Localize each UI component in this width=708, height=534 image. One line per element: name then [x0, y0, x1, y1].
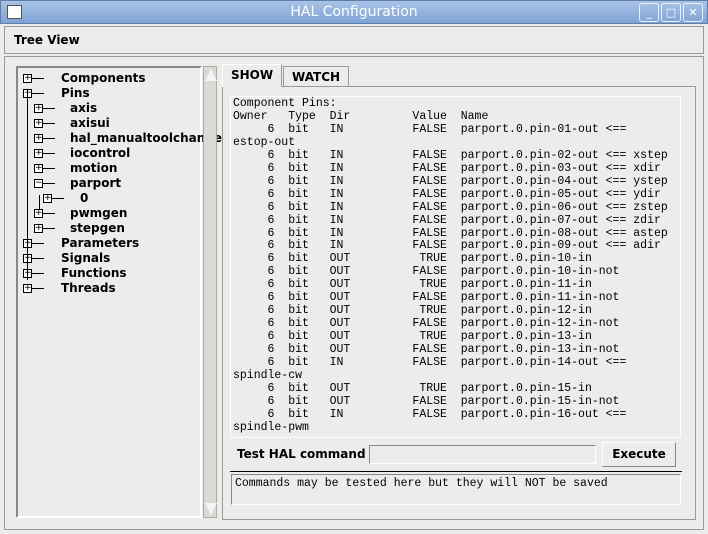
- tree-connector: [39, 195, 40, 210]
- tree-item[interactable]: motion: [70, 161, 117, 176]
- tree-view-label: Tree View: [4, 26, 704, 54]
- hal-command-input[interactable]: [369, 445, 596, 464]
- tree-item[interactable]: axisui: [70, 116, 110, 131]
- tree-item[interactable]: parport: [70, 176, 121, 191]
- expand-icon[interactable]: +: [34, 149, 43, 158]
- tree-connector: [43, 153, 55, 154]
- tree-connector: [32, 243, 44, 244]
- output-line: 6 bit OUT FALSE parport.0.pin-15-in-not: [233, 394, 620, 408]
- output-line: 6 bit IN FALSE parport.0.pin-07-out <== …: [233, 213, 661, 227]
- tree-connector: [43, 108, 55, 109]
- expand-icon[interactable]: +: [34, 119, 43, 128]
- tree-panel: + Components − Pins + axis + axisui + hal_manualt…: [16, 66, 222, 518]
- output-line: 6 bit IN FALSE parport.0.pin-01-out <==: [233, 122, 627, 136]
- window-title: HAL Configuration: [290, 4, 418, 20]
- tree-scrollbar[interactable]: [203, 66, 217, 518]
- tree-item[interactable]: Threads: [61, 281, 116, 296]
- tree-connector: [52, 198, 64, 199]
- expand-icon[interactable]: +: [34, 134, 43, 143]
- output-line: 6 bit IN FALSE parport.0.pin-05-out <== …: [233, 187, 661, 201]
- output-line: estop-out: [233, 135, 296, 149]
- expand-icon[interactable]: +: [34, 164, 43, 173]
- tree-item[interactable]: Components: [61, 71, 146, 86]
- tree-connector: [32, 258, 44, 259]
- output-line: Owner Type Dir Value Name: [233, 109, 489, 123]
- tab-watch[interactable]: WATCH: [283, 66, 349, 87]
- tree-connector: [32, 78, 44, 79]
- close-button[interactable]: ✕: [683, 3, 703, 22]
- expand-icon[interactable]: +: [23, 74, 32, 83]
- tree-connector: [43, 228, 55, 229]
- scroll-down-arrow[interactable]: [205, 503, 217, 515]
- tree-connector: [32, 93, 44, 94]
- tree-connector: [32, 273, 44, 274]
- expand-icon[interactable]: +: [34, 104, 43, 113]
- tree-item[interactable]: Functions: [61, 266, 127, 281]
- test-hal-command-label: Test HAL command :: [237, 447, 375, 461]
- output-line: 6 bit IN FALSE parport.0.pin-16-out <==: [233, 407, 627, 421]
- tree-item[interactable]: axis: [70, 101, 97, 116]
- expand-icon[interactable]: +: [23, 284, 32, 293]
- execute-button[interactable]: Execute: [602, 442, 676, 467]
- collapse-icon[interactable]: −: [34, 179, 43, 188]
- output-line: 6 bit IN FALSE parport.0.pin-02-out <== …: [233, 148, 668, 162]
- title-bar: HAL Configuration _ □ ✕: [0, 0, 708, 24]
- tree-connector: [43, 183, 55, 184]
- maximize-button[interactable]: □: [661, 3, 681, 22]
- expand-icon[interactable]: +: [43, 194, 52, 203]
- tree-item[interactable]: iocontrol: [70, 146, 130, 161]
- expand-icon[interactable]: +: [34, 224, 43, 233]
- tree-item[interactable]: pwmgen: [70, 206, 127, 221]
- output-line: spindle-pwm: [233, 420, 309, 434]
- output-line: Component Pins:: [233, 97, 337, 110]
- tab-show[interactable]: SHOW: [222, 64, 283, 87]
- tree-item[interactable]: Signals: [61, 251, 110, 266]
- divider: [230, 471, 682, 472]
- command-output-text: Commands may be tested here but they wil…: [231, 474, 681, 505]
- tree-item[interactable]: 0: [80, 191, 88, 206]
- tree-item[interactable]: hal_manualtoolchange: [70, 131, 222, 146]
- tree-connector: [27, 90, 28, 280]
- expand-icon[interactable]: +: [34, 209, 43, 218]
- tree-item[interactable]: stepgen: [70, 221, 125, 236]
- tree-connector: [32, 288, 44, 289]
- output-line: 6 bit IN FALSE parport.0.pin-06-out <== …: [233, 200, 668, 214]
- show-output-text[interactable]: Component Pins: Owner Type Dir Value Name…: [230, 96, 681, 438]
- tree-connector: [43, 138, 55, 139]
- tree-connector: [43, 213, 55, 214]
- output-line: 6 bit OUT TRUE parport.0.pin-15-in: [233, 381, 592, 395]
- scroll-up-arrow[interactable]: [205, 69, 217, 81]
- tree-item[interactable]: Parameters: [61, 236, 139, 251]
- window-menu-icon[interactable]: [7, 5, 22, 19]
- minimize-button[interactable]: _: [639, 3, 659, 22]
- tree-item[interactable]: Pins: [61, 86, 90, 101]
- output-line: 6 bit IN FALSE parport.0.pin-03-out <== …: [233, 161, 661, 175]
- tree-connector: [43, 168, 55, 169]
- output-line: 6 bit IN FALSE parport.0.pin-04-out <== …: [233, 174, 668, 188]
- tree-connector: [43, 123, 55, 124]
